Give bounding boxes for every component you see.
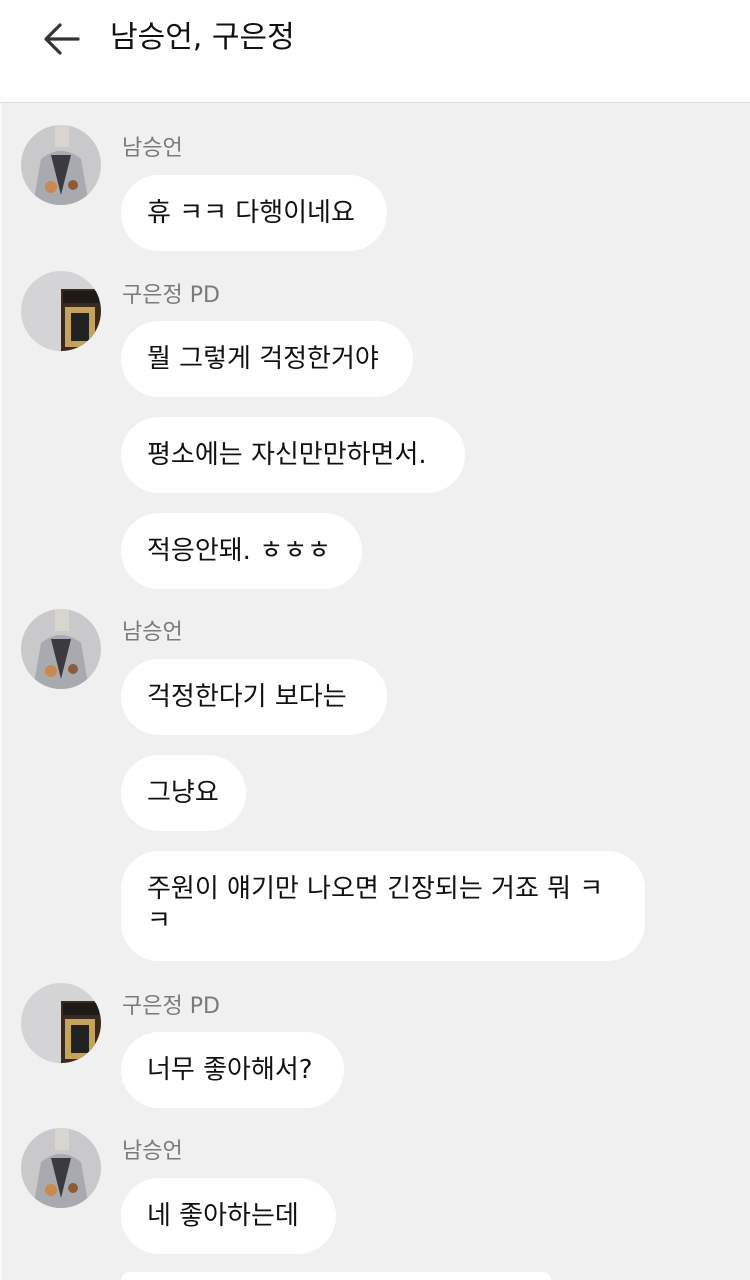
message-bubble[interactable]: 걱정한다기 보다는	[121, 659, 387, 735]
message-bubble[interactable]: 휴 ㅋㅋ 다행이네요	[121, 175, 387, 251]
message-text: 주원이 얘기만 나오면 긴장되는 거죠 뭐 ㅋㅋ	[147, 874, 604, 936]
avatar[interactable]	[21, 125, 101, 205]
sender-name: 남승언	[122, 1139, 183, 1164]
message-text: 적응안돼. ㅎㅎㅎ	[147, 536, 331, 566]
avatar[interactable]	[21, 609, 101, 689]
message-text: 네 좋아하는데	[147, 1201, 299, 1231]
message-bubble[interactable]	[121, 1272, 551, 1280]
message-text: 평소에는 자신만만하면서.	[147, 440, 427, 470]
message-bubble[interactable]: 그냥요	[121, 755, 246, 831]
message-bubble[interactable]: 네 좋아하는데	[121, 1178, 336, 1254]
sender-name: 남승언	[122, 620, 183, 645]
profile-photo-icon	[21, 125, 101, 205]
message-bubble[interactable]: 너무 좋아해서?	[121, 1032, 344, 1108]
message-bubble[interactable]: 적응안돼. ㅎㅎㅎ	[121, 513, 362, 589]
divider	[0, 103, 2, 1280]
message-bubble[interactable]: 뭘 그렇게 걱정한거야	[121, 321, 413, 397]
avatar[interactable]	[21, 271, 101, 351]
chat-title: 남승언, 구은정	[110, 20, 295, 55]
profile-photo-icon	[21, 983, 101, 1063]
sender-name: 구은정 PD	[122, 994, 220, 1019]
message-text: 너무 좋아해서?	[147, 1055, 313, 1085]
avatar[interactable]	[21, 1128, 101, 1208]
sender-name: 남승언	[122, 136, 183, 161]
message-text: 걱정한다기 보다는	[147, 682, 347, 712]
back-button[interactable]	[38, 18, 86, 60]
profile-photo-icon	[21, 1128, 101, 1208]
message-bubble[interactable]: 주원이 얘기만 나오면 긴장되는 거죠 뭐 ㅋㅋ	[121, 851, 645, 961]
message-text: 그냥요	[147, 778, 219, 808]
sender-name: 구은정 PD	[122, 283, 220, 308]
avatar[interactable]	[21, 983, 101, 1063]
profile-photo-icon	[21, 271, 101, 351]
chat-header: 남승언, 구은정	[0, 0, 750, 103]
profile-photo-icon	[21, 609, 101, 689]
message-bubble[interactable]: 평소에는 자신만만하면서.	[121, 417, 465, 493]
message-text: 휴 ㅋㅋ 다행이네요	[147, 198, 355, 228]
arrow-left-icon	[44, 23, 80, 55]
message-text: 뭘 그렇게 걱정한거야	[147, 344, 379, 374]
